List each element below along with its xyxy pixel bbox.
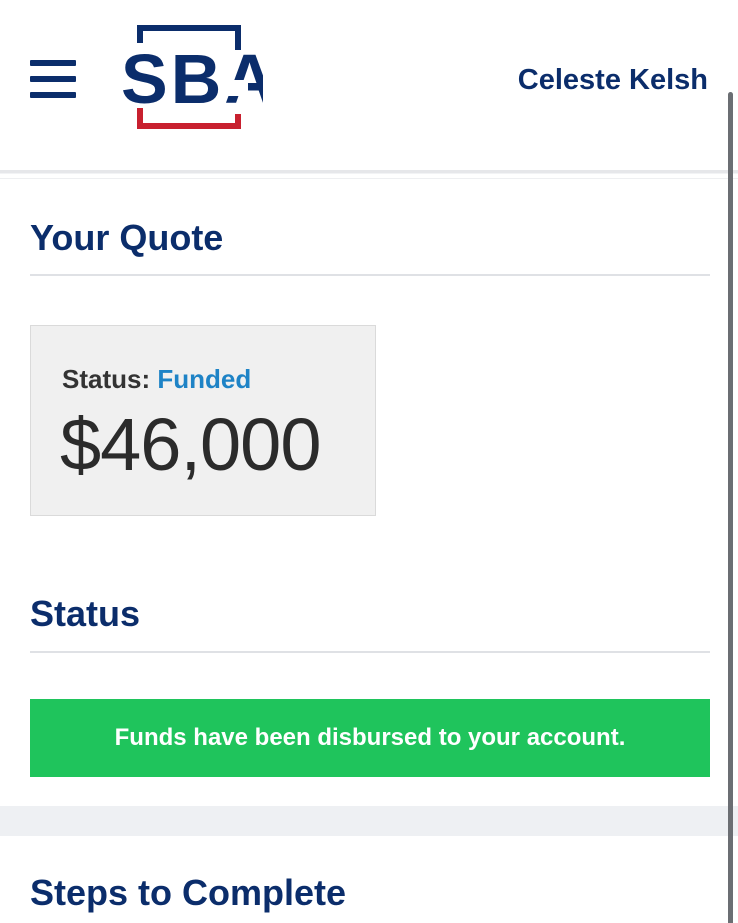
site-header: SBA Celeste Kelsh	[0, 0, 738, 168]
quote-status: Status: Funded	[62, 364, 251, 395]
status-heading: Status	[30, 593, 141, 634]
quote-section-divider	[30, 274, 710, 276]
scrollbar[interactable]	[728, 92, 733, 923]
section-separator-band	[0, 806, 738, 836]
success-alert-message: Funds have been disbursed to your accoun…	[114, 724, 626, 751]
sba-logo[interactable]: SBA	[118, 22, 263, 134]
menu-bar	[30, 60, 76, 66]
user-name-link[interactable]: Celeste Kelsh	[518, 64, 708, 97]
menu-bar	[30, 76, 76, 82]
quote-status-value: Funded	[157, 364, 252, 394]
quote-amount: $46,000	[60, 403, 321, 486]
header-divider	[0, 170, 738, 174]
hamburger-menu-icon[interactable]	[28, 58, 78, 102]
success-alert: Funds have been disbursed to your accoun…	[30, 699, 710, 777]
header-divider-secondary	[0, 178, 738, 179]
menu-bar	[30, 92, 76, 98]
logo-text: SBA	[121, 40, 263, 118]
quote-status-label: Status:	[62, 364, 151, 394]
your-quote-heading: Your Quote	[30, 217, 224, 258]
steps-heading: Steps to Complete	[30, 872, 347, 913]
status-section-divider	[30, 651, 710, 653]
quote-card: Status: Funded $46,000	[30, 325, 376, 516]
logo-a-cut	[222, 80, 248, 96]
page: SBA Celeste Kelsh Your Quote Status: Fun…	[0, 0, 738, 923]
